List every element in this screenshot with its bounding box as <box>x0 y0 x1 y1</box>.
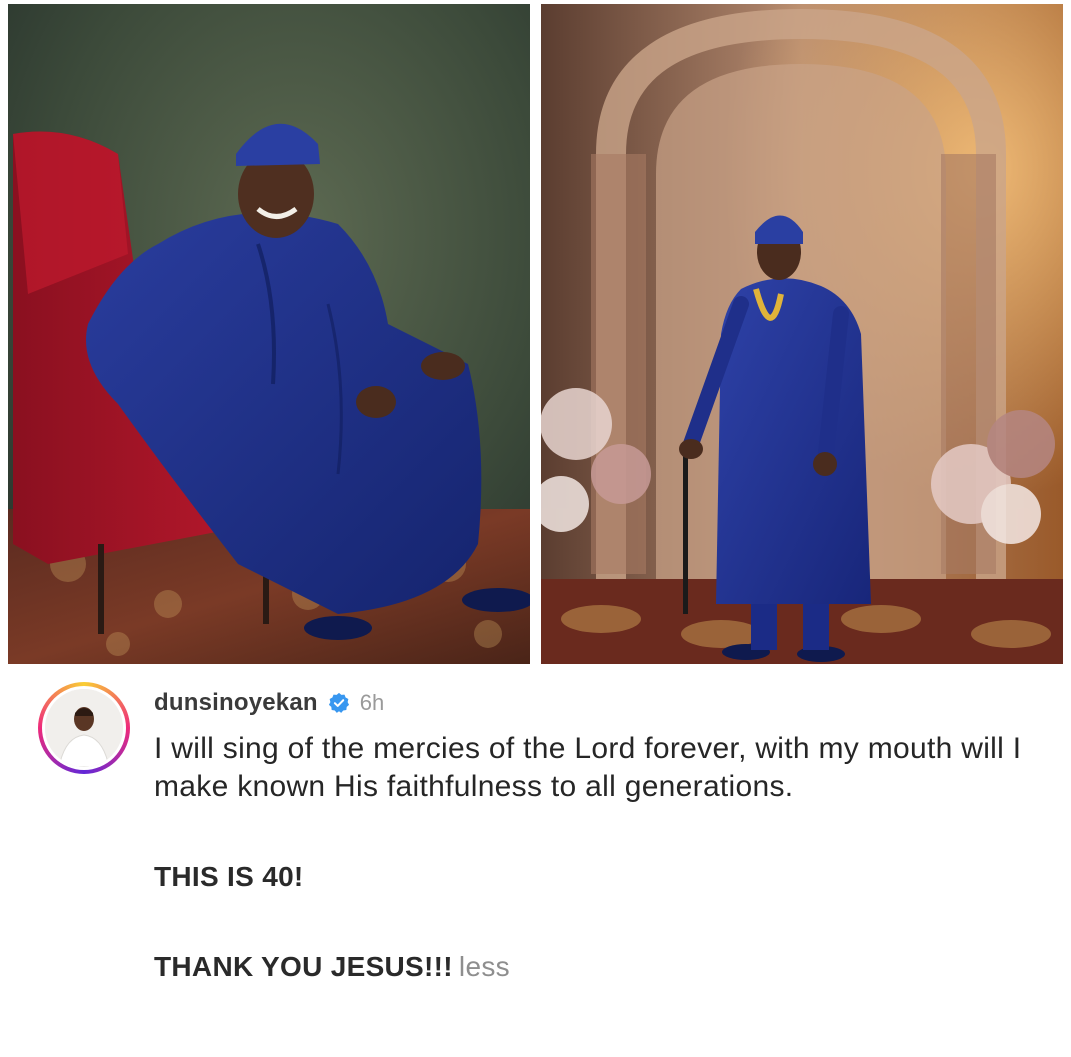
username[interactable]: dunsinoyekan <box>154 689 318 717</box>
verified-badge-icon <box>328 692 350 714</box>
caption-line-three-text: THANK YOU JESUS!!! <box>154 951 453 982</box>
caption-verse: I will sing of the mercies of the Lord f… <box>154 732 1022 803</box>
post-caption: I will sing of the mercies of the Lord f… <box>154 730 1034 986</box>
avatar[interactable] <box>45 689 123 767</box>
post-photo-standing[interactable] <box>541 4 1063 664</box>
post-media-carousel[interactable] <box>0 0 1071 668</box>
caption-line-two: THIS IS 40! <box>154 861 304 892</box>
avatar-story-ring[interactable] <box>38 682 130 774</box>
post-photo-seated[interactable] <box>8 4 530 664</box>
caption-less-link[interactable]: less <box>459 951 510 982</box>
caption-line-three: THANK YOU JESUS!!! less <box>154 948 1034 986</box>
post-timestamp: 6h <box>359 690 385 715</box>
avatar-frame <box>42 686 126 770</box>
post-caption-area: dunsinoyekan 6h I will sing of the merci… <box>0 668 1071 1057</box>
post-header: dunsinoyekan 6h <box>154 688 384 718</box>
